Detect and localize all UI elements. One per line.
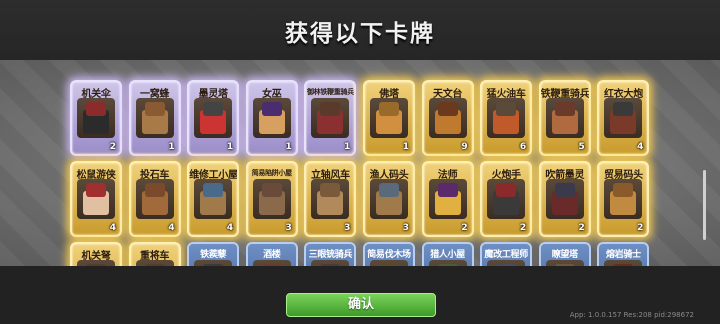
card-name: 熔岩骑士 (605, 250, 641, 260)
card[interactable]: 铁鞭重骑兵 5 (538, 80, 591, 156)
card-name: 铁蒺藜 (200, 250, 227, 260)
card-name: 简易伐木场 (367, 250, 411, 260)
version-info: App: 1.0.0.157 Res:208 pid:298672 (569, 311, 694, 319)
card[interactable]: 投石车 4 (128, 161, 181, 237)
confirm-button[interactable]: 确认 (286, 293, 436, 317)
card[interactable]: 酒楼 (245, 242, 298, 266)
card-portrait (604, 98, 643, 138)
card[interactable]: 一窝蜂 1 (128, 80, 181, 156)
card[interactable]: 红衣大炮 4 (597, 80, 650, 156)
card-count: 3 (285, 223, 292, 233)
card-count: 4 (109, 223, 116, 233)
card[interactable]: 天文台 9 (421, 80, 474, 156)
card-portrait (252, 179, 291, 219)
card[interactable]: 瞭望塔 (538, 242, 591, 266)
card-count: 5 (578, 142, 585, 152)
scrollbar[interactable] (703, 170, 706, 240)
card-count: 3 (402, 223, 409, 233)
card-count: 1 (402, 142, 409, 152)
card[interactable]: 猛火油车 6 (480, 80, 533, 156)
card[interactable]: 维修工小屋 4 (187, 161, 240, 237)
card[interactable]: 贸易码头 2 (597, 161, 650, 237)
card-count: 4 (637, 142, 644, 152)
card-portrait (428, 179, 467, 219)
card[interactable]: 机关伞 2 (70, 80, 122, 156)
card[interactable]: 女巫 1 (245, 80, 298, 156)
card[interactable]: 铁蒺藜 (187, 242, 240, 266)
card-count: 2 (519, 223, 527, 233)
page-title: 获得以下卡牌 (285, 21, 435, 47)
card-name: 猎人小屋 (430, 250, 465, 260)
card[interactable]: 立轴风车 3 (304, 161, 357, 237)
card[interactable]: 猎人小屋 (421, 242, 474, 266)
card-name: 酒楼 (263, 250, 281, 260)
card-grid-panel[interactable]: 机关伞 2 一窝蜂 1 墨灵塔 1 女巫 1 御林铁鞭重骑兵 1 佛塔 1 天文台 9 猛火油车 6 铁鞭重骑兵… (0, 60, 720, 266)
card[interactable]: 三眼铳骑兵 (304, 242, 357, 266)
card-portrait (545, 98, 584, 138)
card-portrait (311, 98, 350, 138)
card[interactable]: 重将车 (128, 242, 181, 266)
card-name: 瞭望塔 (551, 250, 578, 260)
card-portrait (545, 179, 584, 219)
card-portrait (311, 179, 350, 219)
card[interactable]: 火炮手 2 (480, 161, 533, 237)
card-count: 4 (226, 223, 234, 233)
card-portrait (194, 179, 233, 219)
card-portrait (604, 179, 643, 219)
card-name: 三眼铳骑兵 (308, 250, 353, 260)
card[interactable]: 吹箭墨灵 2 (538, 161, 591, 237)
card[interactable]: 松鼠游侠 4 (70, 161, 122, 237)
card[interactable]: 机关弩 (70, 242, 122, 266)
card-portrait (135, 179, 174, 219)
card-count: 3 (344, 223, 351, 233)
card[interactable]: 渔人码头 3 (363, 161, 415, 237)
card-name: 御林铁鞭重骑兵 (306, 88, 354, 96)
card-count: 1 (226, 142, 234, 152)
card-portrait (370, 98, 408, 138)
card-portrait (487, 98, 526, 138)
card[interactable]: 佛塔 1 (363, 80, 415, 156)
card-count: 2 (109, 142, 116, 152)
card[interactable]: 简易伐木场 (363, 242, 415, 266)
card[interactable]: 简易陷阱小屋 3 (245, 161, 298, 237)
card-count: 2 (461, 223, 468, 233)
card[interactable]: 御林铁鞭重骑兵 1 (304, 80, 357, 156)
card-count: 2 (578, 223, 585, 233)
card-count: 6 (519, 142, 527, 152)
card-count: 9 (461, 142, 468, 152)
card-name: 简易陷阱小屋 (251, 169, 293, 177)
card-portrait (487, 179, 526, 219)
card-portrait (77, 179, 115, 219)
card[interactable]: 魔改工程师 (480, 242, 533, 266)
card-count: 2 (637, 223, 644, 233)
card-portrait (428, 98, 467, 138)
card[interactable]: 熔岩骑士 (597, 242, 650, 266)
card-name: 魔改工程师 (484, 250, 528, 260)
card-portrait (370, 179, 408, 219)
card-portrait (252, 98, 291, 138)
card[interactable]: 墨灵塔 1 (187, 80, 240, 156)
card-count: 1 (344, 142, 351, 152)
card-count: 4 (168, 223, 175, 233)
card[interactable]: 法师 2 (421, 161, 474, 237)
card-portrait (77, 98, 115, 138)
card-portrait (194, 98, 233, 138)
card-count: 1 (285, 142, 292, 152)
card-portrait (135, 98, 174, 138)
card-count: 1 (168, 142, 175, 152)
top-bar: 获得以下卡牌 (0, 0, 720, 60)
